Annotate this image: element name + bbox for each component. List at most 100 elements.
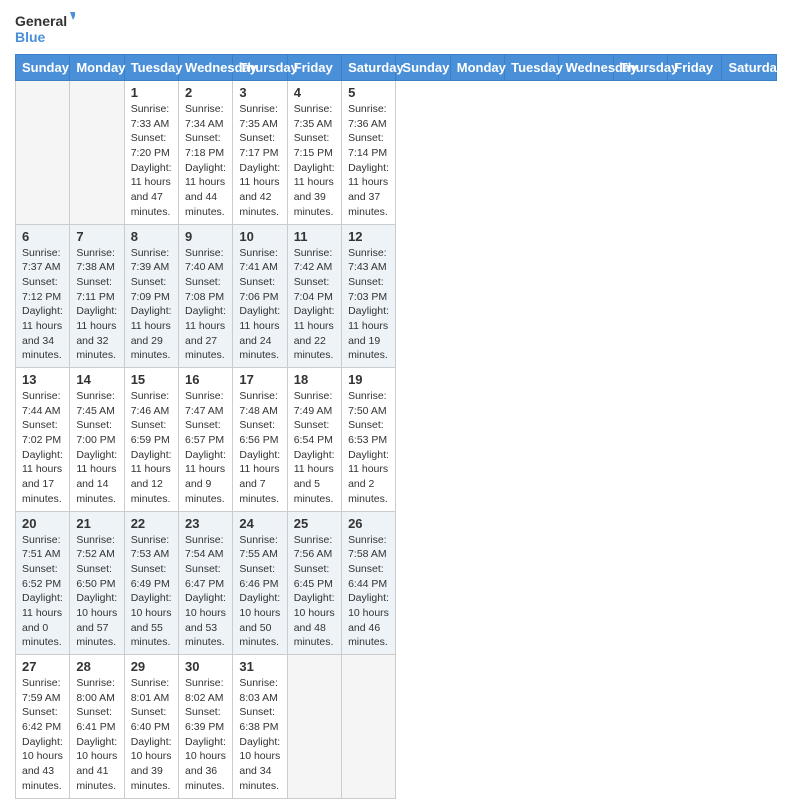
logo: General Blue <box>15 10 75 46</box>
day-info: Sunrise: 7:51 AM Sunset: 6:52 PM Dayligh… <box>22 533 63 651</box>
day-info: Sunrise: 7:53 AM Sunset: 6:49 PM Dayligh… <box>131 533 172 651</box>
calendar-cell: 21Sunrise: 7:52 AM Sunset: 6:50 PM Dayli… <box>70 511 124 655</box>
calendar-cell: 11 Sunrise: 7:42 AM Sunset: 7:04 PM Dayli… <box>287 224 341 368</box>
day-number: 23 <box>185 516 226 531</box>
col-header-tuesday: Tuesday <box>124 55 178 81</box>
calendar-cell: 27Sunrise: 7:59 AM Sunset: 6:42 PM Dayli… <box>16 655 70 799</box>
day-info: Sunrise: 7:44 AM Sunset: 7:02 PM Dayligh… <box>22 389 63 507</box>
day-info: Sunrise: 7:37 AM Sunset: 7:12 PM Dayligh… <box>22 246 63 364</box>
calendar-cell: 5Sunrise: 7:36 AM Sunset: 7:14 PM Daylig… <box>342 81 396 225</box>
day-number: 15 <box>131 372 172 387</box>
day-number: 24 <box>239 516 280 531</box>
day-info: Sunrise: 8:02 AM Sunset: 6:39 PM Dayligh… <box>185 676 226 794</box>
calendar-table: SundayMondayTuesdayWednesdayThursdayFrid… <box>15 54 777 799</box>
day-number: 25 <box>294 516 335 531</box>
col-header-wednesday: Wednesday <box>179 55 233 81</box>
calendar-cell <box>287 655 341 799</box>
day-info: Sunrise: 7:48 AM Sunset: 6:56 PM Dayligh… <box>239 389 280 507</box>
day-number: 19 <box>348 372 389 387</box>
col-header-thursday: Thursday <box>613 55 667 81</box>
day-number: 30 <box>185 659 226 674</box>
calendar-cell: 10Sunrise: 7:41 AM Sunset: 7:06 PM Dayli… <box>233 224 287 368</box>
col-header-saturday: Saturday <box>342 55 396 81</box>
calendar-cell: 19 Sunrise: 7:50 AM Sunset: 6:53 PM Dayli… <box>342 368 396 512</box>
calendar-cell: 24 Sunrise: 7:55 AM Sunset: 6:46 PM Dayli… <box>233 511 287 655</box>
col-header-wednesday: Wednesday <box>559 55 613 81</box>
day-info: Sunrise: 8:00 AM Sunset: 6:41 PM Dayligh… <box>76 676 117 794</box>
calendar-cell: 15 Sunrise: 7:46 AM Sunset: 6:59 PM Dayli… <box>124 368 178 512</box>
day-info: Sunrise: 7:58 AM Sunset: 6:44 PM Dayligh… <box>348 533 389 651</box>
col-header-saturday: Saturday <box>722 55 777 81</box>
day-info: Sunrise: 7:54 AM Sunset: 6:47 PM Dayligh… <box>185 533 226 651</box>
day-info: Sunrise: 7:33 AM Sunset: 7:20 PM Dayligh… <box>131 102 172 220</box>
day-number: 2 <box>185 85 226 100</box>
day-number: 22 <box>131 516 172 531</box>
day-info: Sunrise: 7:35 AM Sunset: 7:15 PM Dayligh… <box>294 102 335 220</box>
day-info: Sunrise: 7:50 AM Sunset: 6:53 PM Dayligh… <box>348 389 389 507</box>
calendar-cell: 16Sunrise: 7:47 AM Sunset: 6:57 PM Dayli… <box>179 368 233 512</box>
calendar-cell: 17 Sunrise: 7:48 AM Sunset: 6:56 PM Dayli… <box>233 368 287 512</box>
calendar-cell: 14 Sunrise: 7:45 AM Sunset: 7:00 PM Dayli… <box>70 368 124 512</box>
day-number: 7 <box>76 229 117 244</box>
day-number: 6 <box>22 229 63 244</box>
calendar-cell: 31Sunrise: 8:03 AM Sunset: 6:38 PM Dayli… <box>233 655 287 799</box>
day-info: Sunrise: 7:59 AM Sunset: 6:42 PM Dayligh… <box>22 676 63 794</box>
svg-text:General: General <box>15 13 67 29</box>
calendar-cell: 2 Sunrise: 7:34 AM Sunset: 7:18 PM Daylig… <box>179 81 233 225</box>
day-number: 11 <box>294 229 335 244</box>
day-info: Sunrise: 7:45 AM Sunset: 7:00 PM Dayligh… <box>76 389 117 507</box>
calendar-cell <box>70 81 124 225</box>
day-number: 4 <box>294 85 335 100</box>
page-header: General Blue <box>15 10 777 46</box>
svg-text:Blue: Blue <box>15 29 46 45</box>
calendar-cell: 28Sunrise: 8:00 AM Sunset: 6:41 PM Dayli… <box>70 655 124 799</box>
day-number: 29 <box>131 659 172 674</box>
calendar-cell: 20 Sunrise: 7:51 AM Sunset: 6:52 PM Dayli… <box>16 511 70 655</box>
day-info: Sunrise: 7:42 AM Sunset: 7:04 PM Dayligh… <box>294 246 335 364</box>
day-number: 17 <box>239 372 280 387</box>
day-info: Sunrise: 7:38 AM Sunset: 7:11 PM Dayligh… <box>76 246 117 364</box>
calendar-cell: 30 Sunrise: 8:02 AM Sunset: 6:39 PM Dayli… <box>179 655 233 799</box>
day-info: Sunrise: 8:01 AM Sunset: 6:40 PM Dayligh… <box>131 676 172 794</box>
calendar-week-row: 1 Sunrise: 7:33 AM Sunset: 7:20 PM Daylig… <box>16 81 777 225</box>
day-number: 16 <box>185 372 226 387</box>
day-number: 1 <box>131 85 172 100</box>
col-header-sunday: Sunday <box>16 55 70 81</box>
day-number: 20 <box>22 516 63 531</box>
calendar-header-row: SundayMondayTuesdayWednesdayThursdayFrid… <box>16 55 777 81</box>
day-number: 12 <box>348 229 389 244</box>
day-info: Sunrise: 7:56 AM Sunset: 6:45 PM Dayligh… <box>294 533 335 651</box>
day-info: Sunrise: 7:46 AM Sunset: 6:59 PM Dayligh… <box>131 389 172 507</box>
day-info: Sunrise: 7:36 AM Sunset: 7:14 PM Dayligh… <box>348 102 389 220</box>
calendar-cell: 1 Sunrise: 7:33 AM Sunset: 7:20 PM Daylig… <box>124 81 178 225</box>
calendar-cell: 7 Sunrise: 7:38 AM Sunset: 7:11 PM Daylig… <box>70 224 124 368</box>
calendar-cell: 23 Sunrise: 7:54 AM Sunset: 6:47 PM Dayli… <box>179 511 233 655</box>
calendar-cell: 12Sunrise: 7:43 AM Sunset: 7:03 PM Dayli… <box>342 224 396 368</box>
col-header-tuesday: Tuesday <box>505 55 559 81</box>
col-header-friday: Friday <box>668 55 722 81</box>
day-number: 13 <box>22 372 63 387</box>
day-number: 14 <box>76 372 117 387</box>
calendar-week-row: 20 Sunrise: 7:51 AM Sunset: 6:52 PM Dayli… <box>16 511 777 655</box>
calendar-week-row: 6 Sunrise: 7:37 AM Sunset: 7:12 PM Daylig… <box>16 224 777 368</box>
calendar-cell <box>16 81 70 225</box>
col-header-monday: Monday <box>70 55 124 81</box>
day-info: Sunrise: 7:52 AM Sunset: 6:50 PM Dayligh… <box>76 533 117 651</box>
day-info: Sunrise: 7:34 AM Sunset: 7:18 PM Dayligh… <box>185 102 226 220</box>
day-number: 26 <box>348 516 389 531</box>
calendar-cell: 13 Sunrise: 7:44 AM Sunset: 7:02 PM Dayli… <box>16 368 70 512</box>
calendar-cell: 3 Sunrise: 7:35 AM Sunset: 7:17 PM Daylig… <box>233 81 287 225</box>
day-number: 3 <box>239 85 280 100</box>
calendar-cell: 25 Sunrise: 7:56 AM Sunset: 6:45 PM Dayli… <box>287 511 341 655</box>
col-header-monday: Monday <box>450 55 504 81</box>
calendar-week-row: 27Sunrise: 7:59 AM Sunset: 6:42 PM Dayli… <box>16 655 777 799</box>
col-header-thursday: Thursday <box>233 55 287 81</box>
col-header-friday: Friday <box>287 55 341 81</box>
day-info: Sunrise: 7:55 AM Sunset: 6:46 PM Dayligh… <box>239 533 280 651</box>
logo-svg: General Blue <box>15 10 75 46</box>
day-info: Sunrise: 7:39 AM Sunset: 7:09 PM Dayligh… <box>131 246 172 364</box>
day-number: 31 <box>239 659 280 674</box>
calendar-week-row: 13 Sunrise: 7:44 AM Sunset: 7:02 PM Dayli… <box>16 368 777 512</box>
calendar-cell <box>342 655 396 799</box>
day-info: Sunrise: 7:35 AM Sunset: 7:17 PM Dayligh… <box>239 102 280 220</box>
